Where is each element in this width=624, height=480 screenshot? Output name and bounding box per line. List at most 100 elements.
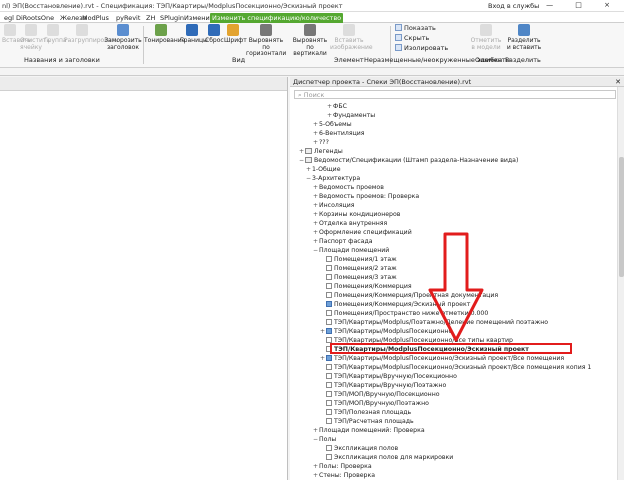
expand-toggle-icon[interactable]: + <box>312 183 319 192</box>
insert-image-button[interactable]: Вставить изображение <box>330 24 373 51</box>
tree-scrollbar[interactable] <box>617 87 624 480</box>
schedule-icon <box>326 292 332 298</box>
tree-item[interactable]: +??? <box>312 138 329 147</box>
tree-item[interactable]: +1-Общие <box>305 165 341 174</box>
expand-toggle-icon[interactable]: − <box>312 246 319 255</box>
expand-toggle-icon[interactable]: + <box>305 165 312 174</box>
borders-button[interactable]: Границы <box>180 24 208 45</box>
tree-item[interactable]: − Ведомости/Спецификации (Штамп раздела-Н… <box>298 156 518 165</box>
highlight-in-model-button[interactable]: Отметить в модели <box>468 24 504 51</box>
expand-toggle-icon[interactable]: − <box>312 435 319 444</box>
expand-toggle-icon[interactable]: + <box>312 219 319 228</box>
expand-toggle-icon[interactable]: + <box>298 147 305 156</box>
expand-toggle-icon[interactable]: + <box>319 327 326 336</box>
expand-toggle-icon[interactable]: + <box>312 138 319 147</box>
tree-item[interactable]: +5-Объемы <box>312 120 352 129</box>
tree-item[interactable]: Помещения/Коммерция <box>319 282 412 291</box>
tree-item[interactable]: ТЭП/Расчетная площадь <box>319 417 414 426</box>
clear-cell-button[interactable]: Очистить ячейку <box>20 24 50 51</box>
tree-item[interactable]: ТЭП/МОП/Вручную/Посекционно <box>319 390 440 399</box>
schedule-icon <box>326 364 332 370</box>
tree-item[interactable]: ТЭП/Квартиры/ModplusПосекционно/Эскизный… <box>319 363 591 372</box>
expand-toggle-icon[interactable]: + <box>312 210 319 219</box>
show-button[interactable]: Показать <box>395 24 436 33</box>
shading-button[interactable]: Тонирование <box>144 24 185 45</box>
tree-item[interactable]: ТЭП/Квартиры/Вручную/Поэтажно <box>319 381 446 390</box>
close-icon[interactable]: ✕ <box>615 77 621 87</box>
expand-toggle-icon[interactable]: + <box>312 129 319 138</box>
tree-item-label: ТЭП/Квартиры/ModplusПосекционно/Эскизный… <box>334 355 565 362</box>
tree-item[interactable]: Помещения/3 этаж <box>319 273 397 282</box>
expand-toggle-icon[interactable]: + <box>312 237 319 246</box>
tree-item-label: 5-Объемы <box>319 121 352 128</box>
tab-1[interactable]: DiRootsOne <box>14 13 56 23</box>
tree-item[interactable]: +Отделка внутренняя <box>312 219 387 228</box>
align-horizontal-button[interactable]: Выровнять по горизонтали <box>246 24 286 58</box>
title-bar: nl) ЭП(Восстановление).rvt - Спецификаци… <box>0 0 624 12</box>
tree-item[interactable]: +Корзины кондиционеров <box>312 210 400 219</box>
expand-toggle-icon[interactable]: − <box>298 156 305 165</box>
tree-item[interactable]: ТЭП/Полезная площадь <box>319 408 411 417</box>
expand-toggle-icon[interactable]: + <box>312 120 319 129</box>
sign-in-link[interactable]: Вход в службы <box>488 2 539 10</box>
expand-toggle-icon[interactable]: + <box>326 102 333 111</box>
expand-toggle-icon[interactable]: + <box>312 201 319 210</box>
tree-item[interactable]: +Инсоляция <box>312 201 355 210</box>
tree-item[interactable]: −Полы <box>312 435 336 444</box>
expand-toggle-icon[interactable]: + <box>312 462 319 471</box>
expand-toggle-icon[interactable]: + <box>312 228 319 237</box>
tree-item[interactable]: Экспликация полов <box>319 444 398 453</box>
schedule-icon <box>326 256 332 262</box>
schedule-view-pane[interactable] <box>0 77 288 480</box>
tree-item[interactable]: ТЭП/МОП/Вручную/Поэтажно <box>319 399 429 408</box>
isolate-button[interactable]: Изолировать <box>395 44 448 53</box>
tree-item[interactable]: +ФБС <box>326 102 347 111</box>
expand-toggle-icon[interactable]: + <box>319 354 326 363</box>
paste-button[interactable]: Вставить <box>2 24 31 45</box>
hide-button[interactable]: Скрыть <box>395 34 429 43</box>
font-button[interactable]: Шрифт <box>224 24 247 45</box>
scrollbar-thumb[interactable] <box>619 157 624 277</box>
tree-item[interactable]: Экспликация полов для маркировки <box>319 453 453 462</box>
tree-item[interactable]: + ТЭП/Квартиры/ModplusПосекционно/Эскизны… <box>319 354 564 363</box>
tree-item[interactable]: Помещения/1 этаж <box>319 255 397 264</box>
tree-item[interactable]: +Паспорт фасада <box>312 237 373 246</box>
tree-item[interactable]: −3-Архитектура <box>305 174 360 183</box>
ungroup-button[interactable]: Разгруппировать <box>64 24 118 45</box>
group-button[interactable]: Группа <box>44 24 67 45</box>
split-and-place-button[interactable]: Разделить и вставить <box>506 24 542 51</box>
reset-button[interactable]: Сброс <box>205 24 224 45</box>
shading-icon <box>155 24 167 36</box>
tab-3[interactable]: ModPlus <box>80 13 111 23</box>
tree-item[interactable]: +6-Вентиляция <box>312 129 365 138</box>
ribbon-panel: Вставить Очистить ячейку Группа Разгрупп… <box>0 23 624 68</box>
tree-item[interactable]: −Площади помещений <box>312 246 389 255</box>
expand-toggle-icon[interactable]: + <box>312 471 319 480</box>
freeze-header-button[interactable]: Заморозить заголовок <box>104 24 142 51</box>
expand-toggle-icon[interactable]: + <box>312 192 319 201</box>
window-controls[interactable]: — □ × <box>546 1 620 9</box>
tree-item[interactable]: +Ведомость проемов <box>312 183 384 192</box>
tree-item[interactable]: + Легенды <box>298 147 343 156</box>
tree-item[interactable]: +Площади помещений: Проверка <box>312 426 425 435</box>
tree-item[interactable]: +Ведомость проемов: Проверка <box>312 192 419 201</box>
tree-item[interactable]: Помещения/2 этаж <box>319 264 397 273</box>
tab-5[interactable]: ZH <box>144 13 157 23</box>
tree-item-label: Легенды <box>314 148 343 155</box>
tree-item[interactable]: +Полы: Проверка <box>312 462 372 471</box>
tree-item[interactable]: +Стены: Проверка <box>312 471 375 480</box>
tree-item-label: Экспликация полов <box>334 445 399 452</box>
align-vertical-button[interactable]: Выровнять по вертикали <box>290 24 330 58</box>
expand-toggle-icon[interactable]: + <box>326 111 333 120</box>
tree-item[interactable]: +Оформление спецификаций <box>312 228 412 237</box>
paste-icon <box>4 24 16 36</box>
expand-toggle-icon[interactable]: − <box>305 174 312 183</box>
schedule-icon <box>326 418 332 424</box>
tree-item-label: Помещения/1 этаж <box>334 256 397 263</box>
tree-item[interactable]: +Фундаменты <box>326 111 375 120</box>
search-input[interactable]: ⌕ Поиск <box>294 90 616 99</box>
expand-toggle-icon[interactable]: + <box>312 426 319 435</box>
tab-8[interactable]: Изменить спецификацию/количество <box>210 13 344 23</box>
tab-4[interactable]: pyRevit <box>114 13 142 23</box>
tree-item[interactable]: ТЭП/Квартиры/Вручную/Посекционно <box>319 372 457 381</box>
